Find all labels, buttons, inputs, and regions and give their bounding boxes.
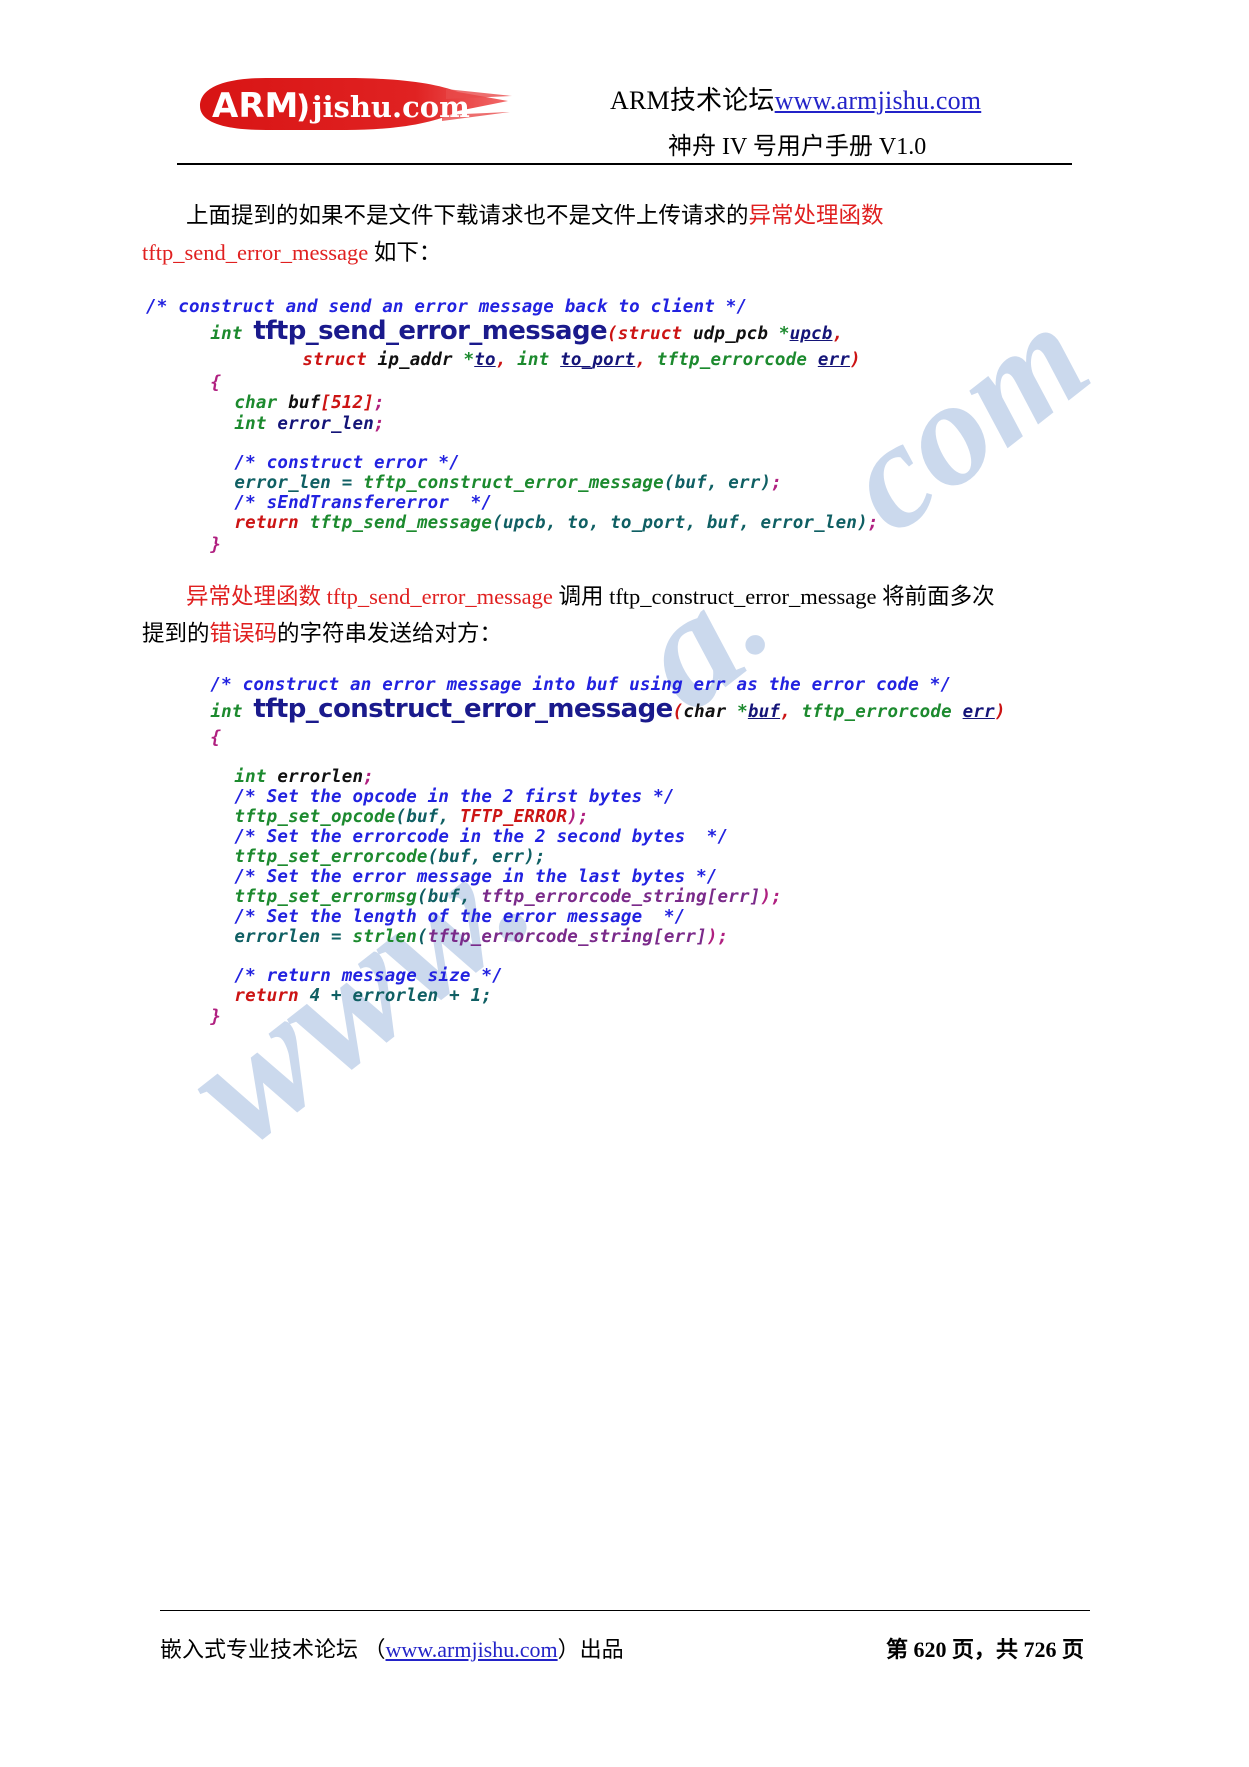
svg-text:ARM: ARM [212,86,298,126]
svg-text:): ) [296,89,310,125]
code1-stmt1-args: (buf, err) [663,472,772,493]
code1-brace-close: } [210,534,222,555]
code-block-2-close-brace: } [146,986,221,1048]
header-title-line1: ARM技术论坛www.armjishu.com [610,80,981,117]
code1-kw-struct-2: struct [302,349,367,370]
code1-paren-close: ) [850,349,861,370]
armjishu-logo: ARM ) jishu.com [196,75,514,137]
para2-text-b: 提到的 [142,621,210,646]
code2-type-errorcode: tftp_errorcode [790,701,963,722]
footer-page-number: 第 620 页，共 726 页 [886,1637,1085,1662]
header-title-prefix: ARM技术论坛 [610,86,775,115]
code2-brace-open: { [210,727,222,748]
para2-highlight-errorcode: 错误码 [209,621,278,646]
footer-credit-suffix: ）出品 [557,1637,624,1662]
code2-star-1: * [737,701,748,722]
code2-len-call: strlen [352,926,417,947]
header-site-link[interactable]: www.armjishu.com [775,86,982,115]
code2-type-char: char [683,701,738,722]
code1-param-to-port: to_port [560,349,636,370]
paragraph-1-line-1: 上面提到的如果不是文件下载请求也不是文件上传请求的异常处理函数 [186,197,884,234]
code2-len-args-a: ( [416,926,428,947]
code1-type-ip-addr: ip_addr [366,349,464,370]
code2-return-expr: 4 + errorlen + 1; [298,985,493,1006]
code-block-1-stmt-2: return tftp_send_message(upcb, to, to_po… [170,492,879,554]
code2-len-args-b: ); [706,926,729,947]
code1-star-2: * [463,349,475,370]
code-block-2-signature: int tftp_construct_error_message(char *b… [146,678,1006,743]
code1-return-kw: return [234,512,299,533]
paragraph-2-line-2: 提到的错误码的字符串发送给对方： [142,615,502,652]
code1-decl2-name: error_len [266,413,374,434]
code-block-1-close-brace: } [146,514,221,576]
code1-stmt2-call: tftp_send_message [298,512,493,533]
para1-highlight-exception-handler: 异常处理函数 [748,203,884,228]
code1-decl2-type: int [234,413,267,434]
svg-text:jishu.com: jishu.com [309,90,470,124]
code1-decl2-end: ; [374,413,385,434]
footer-credit-prefix: 嵌入式专业技术论坛 （ [160,1637,386,1662]
code2-brace-close: } [210,1006,222,1027]
code2-paren-close: ) [994,701,1006,722]
code1-type-errorcode: tftp_errorcode [646,349,818,370]
code2-errmsg-args-b: ); [760,886,782,907]
code1-stmt1-end: ; [771,472,782,493]
code2-len-lhs: errorlen = [234,926,353,947]
footer-credit: 嵌入式专业技术论坛 （www.armjishu.com）出品 [160,1632,624,1664]
code1-stmt2-args: (upcb, to, to_port, buf, error_len) [492,512,868,533]
code2-param-buf: buf [747,701,781,722]
para2-text-c: 的字符串发送给对方： [277,621,503,646]
code1-type-int: int [506,349,561,370]
header-divider [177,163,1072,165]
code2-paren-open: ( [672,701,684,722]
code1-stmt2-end: ; [867,512,879,533]
document-page: com · a www. ARM ) jishu.com ARM技术论坛www.… [0,0,1249,1767]
footer-site-link[interactable]: www.armjishu.com [386,1637,558,1662]
page-header: ARM ) jishu.com ARM技术论坛www.armjishu.com … [0,0,1249,180]
code2-len-array: tftp_errorcode_string[err] [427,926,707,947]
paragraph-2-line-1: 异常处理函数 tftp_send_error_message 调用 tftp_c… [186,578,995,615]
para2-text-a: 调用 tftp_construct_error_message 将前面多次 [552,584,995,609]
code2-function-name: tftp_construct_error_message [253,693,673,724]
footer-divider [160,1610,1090,1611]
code1-param-to: to [474,349,496,370]
header-title-line2: 神舟 IV 号用户手册 V1.0 [668,134,927,160]
para2-highlight-function: 异常处理函数 tftp_send_error_message [186,584,553,609]
code2-param-err: err [962,701,995,722]
code2-comma-1: , [780,701,791,722]
code1-comma-3: , [635,349,647,370]
code2-return-kw: return [234,985,299,1006]
paragraph-1-line-2: tftp_send_error_message 如下： [142,234,441,271]
para1-text-b: 如下： [368,240,442,265]
code1-param-err: err [817,349,851,370]
para1-highlight-function-name: tftp_send_error_message [142,240,369,265]
para1-text-a: 上面提到的如果不是文件下载请求也不是文件上传请求的 [186,203,749,228]
code1-comma-2: , [495,349,507,370]
